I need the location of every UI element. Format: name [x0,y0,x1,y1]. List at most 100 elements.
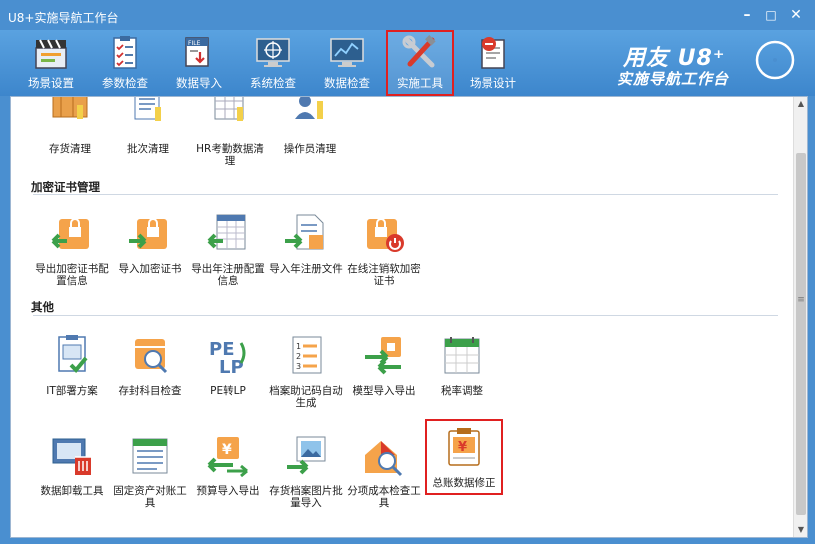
tool-label: 操作员清理 [283,143,337,155]
vertical-scrollbar[interactable]: ▲ ≡ ▼ [793,97,807,537]
tab-system-check[interactable]: 系统检查 [240,32,306,94]
chart-monitor-icon [330,38,364,67]
mnemonic-generate-icon: 1 2 3 [292,336,322,374]
checklist-icon [113,36,137,69]
tool-label: 批次清理 [127,143,169,155]
inventory-image-import-icon [287,436,326,475]
tab-data-check[interactable]: 数据检查 [314,32,380,94]
pe-to-lp-icon: PE LP [209,339,246,378]
tool-inventory-image-import[interactable]: 存货档案图片批量导入 [269,433,343,509]
ledger-fix-icon: ¥ [448,428,480,466]
brand-logo: 用友 U8⁺ 实施导航工作台 [617,36,797,92]
tools-icon [402,35,436,68]
inventory-cleanup-icon [52,97,88,119]
tool-inventory-cleanup[interactable]: 存货清理 [33,97,107,155]
scrollbar-thumb[interactable] [796,153,806,515]
tools-panel: 存货清理 批次清理 HR考勤数据清理 操作员清理 加密证书管理 导出加密证书配置… [10,96,808,538]
svg-text:2: 2 [296,352,301,361]
compass-icon [755,40,795,80]
tool-cost-check[interactable]: 分项成本检查工具 [347,433,421,509]
tool-label: 存货清理 [49,143,91,155]
tool-model-import-export[interactable]: 模型导入导出 [347,333,421,397]
import-cert-icon [129,218,167,249]
divider [33,194,778,195]
tax-rate-adjust-icon [444,337,480,374]
tool-label: PE转LP [210,385,246,397]
tool-batch-cleanup[interactable]: 批次清理 [111,97,185,155]
tool-pe-to-lp[interactable]: PE LP PE转LP [191,333,265,397]
tool-data-unload[interactable]: 数据卸载工具 [35,433,109,497]
maximize-button[interactable]: □ [762,6,780,24]
tool-mnemonic-generate[interactable]: 1 2 3 档案助记码自动生成 [269,333,343,409]
tool-it-deploy[interactable]: IT部署方案 [35,333,109,397]
design-icon [481,37,505,69]
monitor-target-icon [256,38,290,67]
budget-import-export-icon: ¥ [207,437,248,478]
tab-label: 实施工具 [397,76,443,90]
model-import-export-icon [365,337,401,375]
tab-implementation-tools[interactable]: 实施工具 [386,30,454,96]
tab-data-import[interactable]: FILE 数据导入 [166,32,232,94]
tab-parameter-check[interactable]: 参数检查 [92,32,158,94]
scroll-grip-icon: ≡ [797,295,805,305]
tool-label: HR考勤数据清理 [196,143,264,167]
tool-label: 导入加密证书 [118,263,182,275]
tool-label: IT部署方案 [46,385,98,397]
tool-label: 导出加密证书配置信息 [35,263,109,287]
file-import-icon: FILE [185,37,209,67]
tool-label: 总账数据修正 [432,477,496,489]
minimize-button[interactable]: – [738,6,756,24]
close-button[interactable]: ✕ [787,6,805,24]
scroll-up-icon[interactable]: ▲ [794,97,807,111]
tool-label: 预算导入导出 [196,485,260,497]
tab-label: 数据检查 [324,76,370,90]
tool-label: 存货档案图片批量导入 [269,485,343,509]
scroll-down-icon[interactable]: ▼ [794,523,807,537]
title-bar: U8+实施导航工作台 – □ ✕ [0,0,815,30]
tool-export-cert[interactable]: 导出加密证书配置信息 [35,211,109,287]
tab-label: 系统检查 [250,76,296,90]
svg-text:¥: ¥ [458,440,467,455]
clapperboard-icon [35,39,67,69]
tool-fixed-asset-reconcile[interactable]: 固定资产对账工具 [113,433,187,509]
tab-label: 场景设置 [28,76,74,90]
tool-label: 在线注销软加密证书 [347,263,421,287]
tool-label: 档案助记码自动生成 [269,385,343,409]
import-registration-icon [285,214,324,250]
section-title-cert: 加密证书管理 [31,180,100,194]
tool-account-check[interactable]: 存封科目检查 [113,333,187,397]
tab-label: 参数检查 [102,76,148,90]
tool-online-revoke-cert[interactable]: 在线注销软加密证书 [347,211,421,287]
tab-scene-settings[interactable]: 场景设置 [18,32,84,94]
fixed-asset-reconcile-icon [132,438,168,474]
tool-label: 分项成本检查工具 [347,485,421,509]
tool-label: 模型导入导出 [352,385,416,397]
operator-cleanup-icon [295,97,323,119]
tool-label: 导入年注册文件 [269,263,343,275]
divider [33,315,778,316]
svg-text:LP: LP [219,357,244,378]
hr-attendance-cleanup-icon [214,97,244,121]
section-title-other: 其他 [31,300,54,314]
tool-export-registration[interactable]: 导出年注册配置信息 [191,211,265,287]
tab-scene-design[interactable]: 场景设计 [460,32,526,94]
tool-hr-attendance-cleanup[interactable]: HR考勤数据清理 [193,97,267,167]
tool-label: 数据卸载工具 [40,485,104,497]
online-revoke-cert-icon [367,218,404,252]
app-window: U8+实施导航工作台 – □ ✕ 场景设置 参数检查 FILE 数据导入 系统检… [0,0,815,544]
tool-ledger-fix[interactable]: ¥ 总账数据修正 [425,419,503,495]
tool-import-cert[interactable]: 导入加密证书 [113,211,187,275]
tool-operator-cleanup[interactable]: 操作员清理 [273,97,347,155]
data-unload-icon [52,438,91,475]
tool-label: 固定资产对账工具 [113,485,187,509]
cost-check-icon [365,441,403,477]
main-toolbar: 场景设置 参数检查 FILE 数据导入 系统检查 数据检查 实施工具 场景设计 … [0,30,815,96]
tool-import-registration[interactable]: 导入年注册文件 [269,211,343,275]
batch-cleanup-icon [134,97,161,121]
tool-budget-import-export[interactable]: ¥ 预算导入导出 [191,433,265,497]
tool-label: 税率调整 [441,385,483,397]
svg-text:¥: ¥ [222,442,232,458]
it-deploy-icon [58,335,88,373]
window-title: U8+实施导航工作台 [8,11,119,25]
tool-tax-rate-adjust[interactable]: 税率调整 [425,333,499,397]
